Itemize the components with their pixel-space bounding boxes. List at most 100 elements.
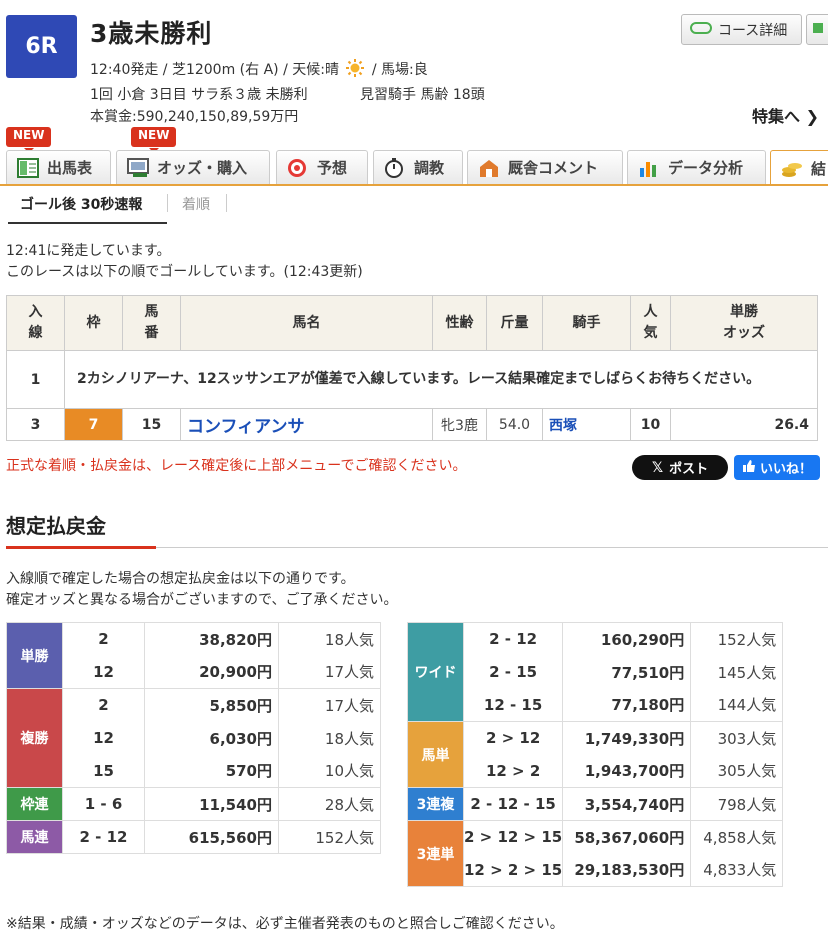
finish-position: 3 [6, 408, 65, 441]
course-icon [690, 21, 712, 39]
subtab-active-underline [8, 222, 167, 224]
combination: 12 > 2 > 15 [462, 853, 564, 887]
payout-desc: 入線順で確定した場合の想定払戻金は以下の通りです。 [6, 571, 355, 587]
horse-number: 15 [122, 408, 181, 441]
horse-name-cell: コンフィアンサ [180, 408, 433, 441]
combination: 2 - 12 [462, 622, 564, 656]
thumbs-up-icon [742, 459, 756, 477]
coins-icon [781, 159, 803, 179]
combination: 12 [62, 721, 145, 755]
payout-row: 12 > 2 > 15 29,183,530円 4,833人気 [408, 853, 784, 887]
new-badge: NEW [131, 127, 177, 153]
payout-amount: 615,560円 [144, 820, 279, 854]
tab-data-analysis[interactable]: データ分析 [627, 150, 766, 184]
bet-type-label: 複勝 [6, 688, 63, 788]
win-odds: 26.4 [670, 408, 818, 441]
bet-type-label: 3連複 [407, 787, 464, 821]
popularity: 152人気 [690, 622, 784, 656]
subtab-chakujun[interactable]: 着順 [182, 194, 210, 214]
jockey-link[interactable]: 西塚 [549, 418, 577, 434]
tab-odds[interactable]: オッズ・購入 [116, 150, 270, 184]
course-detail-button[interactable]: コース詳細 [681, 14, 802, 45]
results-table: 入線 枠 馬番 馬名 性齢 斤量 騎手 人気 単勝 オッズ 1 2カシノリアーナ、… [6, 295, 818, 441]
popularity: 303人気 [690, 721, 784, 755]
payout-amount: 570円 [144, 754, 279, 788]
payout-row: 単勝 2 38,820円 18人気 [6, 622, 381, 689]
results-header-row: 入線 枠 馬番 馬名 性齢 斤量 騎手 人気 単勝 オッズ [6, 295, 818, 351]
combination: 15 [62, 754, 145, 788]
tokushu-link[interactable]: 特集へ ❯ [752, 103, 819, 127]
col-header: 人気 [630, 295, 671, 351]
bet-type-label: 枠連 [6, 787, 63, 821]
x-logo-icon: 𝕏 [651, 459, 664, 476]
table-icon [17, 157, 39, 178]
payout-heading: 想定払戻金 [6, 514, 106, 538]
popularity: 305人気 [690, 754, 784, 788]
chevron-right-icon: ❯ [805, 107, 819, 126]
heading-rule [156, 547, 828, 548]
subtab-divider [167, 194, 168, 212]
tab-yoso[interactable]: 予想 [276, 150, 368, 184]
payout-amount: 1,749,330円 [562, 721, 692, 755]
payout-amount: 11,540円 [144, 787, 279, 821]
new-badge: NEW [6, 127, 52, 153]
tab-stable-comment[interactable]: 厩舎コメント [467, 150, 623, 184]
combination: 2 > 12 > 15 [462, 820, 564, 854]
race-conditions: 12:40発走 / 芝1200m (右 A) / 天候:晴 / 馬場:良 [90, 58, 428, 82]
bet-type-label: 単勝 [6, 622, 63, 689]
col-header: 単勝 オッズ [670, 295, 818, 351]
sex-age: 牝3鹿 [432, 408, 487, 441]
goal-status: このレースは以下の順でゴールしています。(12:43更新) [6, 264, 363, 280]
bet-type-label: 馬単 [407, 721, 464, 788]
heading-accent-rule [6, 546, 156, 549]
race-conditions-text: 12:40発走 / 芝1200m (右 A) / 天候:晴 [90, 62, 339, 78]
prize-money: 本賞金:590,240,150,89,59万円 [90, 109, 299, 125]
bar-chart-icon [638, 158, 660, 178]
combination: 12 - 15 [462, 688, 564, 722]
payout-amount: 77,180円 [562, 688, 692, 722]
payout-row: 3連複 2 - 12 - 15 3,554,740円 798人気 [407, 787, 784, 821]
payout-row: 12 > 2 1,943,700円 305人気 [408, 754, 784, 788]
tab-results-active[interactable]: 結 [770, 150, 828, 186]
payout-row: 12 - 15 77,180円 144人気 [408, 688, 784, 722]
payout-desc: 確定オッズと異なる場合がございますので、ご了承ください。 [6, 592, 398, 608]
payout-row: 馬連 2 - 12 615,560円 152人気 [6, 820, 381, 854]
popularity: 152人気 [278, 820, 381, 854]
payout-row: 12 20,900円 17人気 [7, 655, 381, 689]
share-icon-button[interactable] [806, 14, 828, 45]
tab-label: データ分析 [668, 159, 744, 177]
official-result-warning: 正式な着順・払戻金は、レース確定後に上部メニューでご確認ください。 [6, 458, 467, 474]
subtab-sokuho[interactable]: ゴール後 30秒速報 [20, 194, 142, 214]
barn-icon [478, 158, 500, 178]
finish-position: 1 [6, 350, 65, 409]
x-post-button[interactable]: 𝕏 ポスト [632, 455, 728, 480]
col-header: 斤量 [486, 295, 543, 351]
payout-amount: 3,554,740円 [562, 787, 692, 821]
tokushu-label: 特集へ [752, 107, 801, 126]
subtab-divider [226, 194, 227, 212]
popularity: 10人気 [278, 754, 381, 788]
col-header: 入線 [6, 295, 65, 351]
target-icon [287, 158, 309, 178]
popularity: 17人気 [278, 655, 381, 689]
popularity: 4,858人気 [690, 820, 784, 854]
horse-name-link[interactable]: コンフィアンサ [187, 417, 304, 437]
facebook-like-button[interactable]: いいね！ [734, 455, 820, 480]
payout-row: 12 6,030円 18人気 [7, 721, 381, 755]
notice-row: 1 2カシノリアーナ、12スッサンエアが僅差で入線しています。レース結果確定まで… [6, 350, 818, 409]
tab-shutsuba[interactable]: 出馬表 [6, 150, 111, 184]
popularity: 18人気 [278, 721, 381, 755]
payout-row: 15 570円 10人気 [7, 754, 381, 788]
payout-amount: 1,943,700円 [562, 754, 692, 788]
payout-table-left: 単勝 2 38,820円 18人気 12 20,900円 17人気 複勝 2 5,850円 17人気… [6, 622, 381, 854]
weight: 54.0 [486, 408, 543, 441]
payout-row: 3連単 2 > 12 > 15 58,367,060円 4,858人気 [407, 820, 784, 887]
payout-amount: 5,850円 [144, 688, 279, 722]
payout-amount: 58,367,060円 [562, 820, 692, 854]
payout-row: 2 - 15 77,510円 145人気 [408, 655, 784, 689]
waku-number: 7 [64, 408, 123, 441]
tab-label: 出馬表 [47, 159, 93, 177]
combination: 12 > 2 [462, 754, 564, 788]
payout-row: ワイド 2 - 12 160,290円 152人気 [407, 622, 784, 722]
tab-chokyo[interactable]: 調教 [373, 150, 463, 184]
